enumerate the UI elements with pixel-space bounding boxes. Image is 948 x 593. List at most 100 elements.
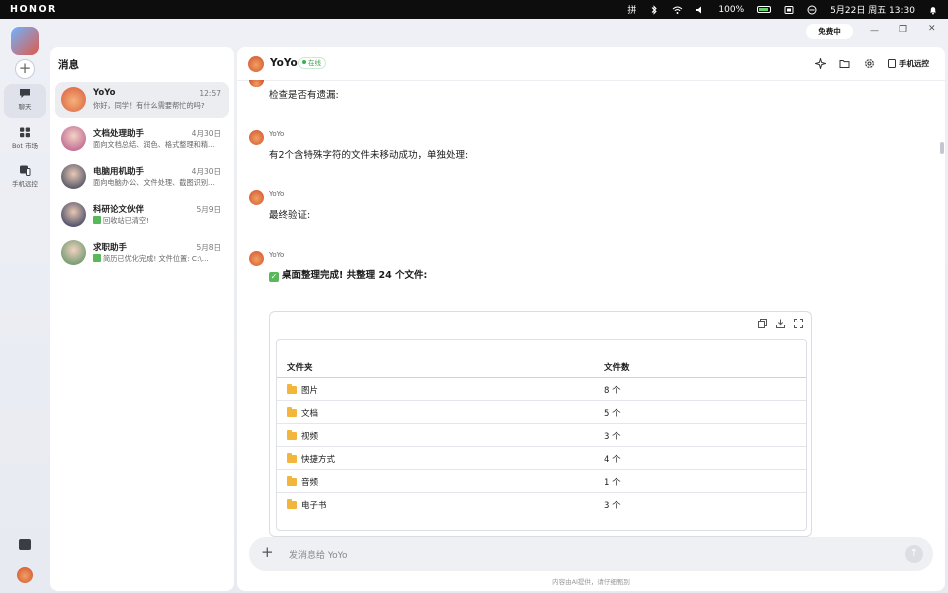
folder-icon (287, 453, 297, 463)
conversation-item-job-assistant[interactable]: 求职助手 5月8日 简历已优化完成! 文件位置: C:\... (55, 235, 229, 271)
send-button[interactable]: ↑ (905, 545, 923, 563)
rail-item-phone-remote[interactable]: 手机远控 (4, 161, 46, 195)
conversation-item-pc-assistant[interactable]: 电脑用机助手 4月30日 面向电脑办公、文件处理、截图识别... (55, 159, 229, 195)
restore-icon[interactable]: ❐ (899, 25, 907, 35)
table-row: 快捷方式 4 个 (277, 447, 806, 470)
message-text: 检查是否有遗漏: (269, 90, 339, 101)
bot-avatar (249, 251, 264, 266)
bluetooth-icon (649, 4, 659, 15)
folder-icon (287, 430, 297, 440)
avatar (61, 240, 86, 265)
avatar (61, 202, 86, 227)
close-icon[interactable]: ✕ (928, 24, 936, 34)
new-chat-button[interactable]: + (15, 59, 35, 79)
folder-icon (287, 407, 297, 417)
chat-icon (20, 89, 30, 98)
table-cell-folder: 文档 (287, 407, 318, 419)
system-status-bar: HONOR 拼 100% 5月22日 周五 13:30 (0, 0, 948, 19)
table-cell-count: 4 个 (604, 455, 621, 465)
conversation-preview: 回收站已清空! (93, 216, 221, 226)
folder-name: 电子书 (301, 501, 327, 511)
result-table-card: 文件夹 文件数 图片 8 个 文档 5 个 视频 3 个 快捷方式 4 个 音频… (269, 311, 812, 537)
rail-item-chat[interactable]: 聊天 (4, 84, 46, 118)
rail-item-label: 手机远控 (12, 180, 38, 188)
battery-icon (757, 6, 772, 13)
conversation-preview: 你好，同学！有什么需要帮忙的吗? (93, 101, 205, 110)
conversation-list-title: 消息 (58, 59, 79, 71)
volume-icon (695, 5, 705, 15)
conversation-name: 求职助手 (93, 243, 128, 253)
copy-icon[interactable] (758, 319, 767, 328)
app-logo[interactable] (11, 27, 39, 55)
conversation-item-research-partner[interactable]: 科研论文伙伴 5月9日 回收站已清空! (55, 197, 229, 233)
conversation-date: 4月30日 (191, 129, 221, 138)
conversation-date: 12:57 (199, 89, 221, 98)
phone-remote-button[interactable]: 手机远控 (888, 58, 929, 69)
bot-avatar (248, 56, 264, 72)
free-plan-badge[interactable]: 免费中 (806, 24, 853, 39)
chat-header: YoYo 在线 手机远控 (237, 47, 945, 81)
table-row: 文档 5 个 (277, 401, 806, 424)
rail-item-label: 聊天 (18, 103, 32, 111)
app-window: 免费中 — ❐ ✕ + 聊天 Bot 市场 手机远控 消息 YoYo 12:57… (0, 19, 948, 593)
conversation-item-doc-assistant[interactable]: 文档处理助手 4月30日 面向文档总结、润色、格式整理和精... (55, 121, 229, 157)
minimize-icon[interactable]: — (870, 26, 879, 36)
table-cell-count: 1 个 (604, 478, 621, 488)
conversation-preview: 面向文档总结、润色、格式整理和精... (93, 140, 215, 149)
rail-item-bot-market[interactable]: Bot 市场 (4, 123, 46, 157)
conversation-name: YoYo (93, 88, 116, 98)
avatar (61, 126, 86, 151)
conversation-date: 4月30日 (191, 167, 221, 176)
ai-disclaimer: 内容由AI提供，请仔细甄别 (552, 578, 630, 586)
preview-text: 简历已优化完成! 文件位置: C:\... (103, 254, 209, 263)
table-header-row: 文件夹 文件数 (277, 355, 806, 378)
folder-name: 音频 (301, 478, 319, 488)
bot-avatar (249, 130, 264, 145)
table-cell-count: 3 个 (604, 501, 621, 511)
grid-icon (20, 127, 30, 138)
message-composer: + 发消息给 YoYo ↑ (249, 537, 933, 571)
attach-plus-button[interactable]: + (261, 543, 274, 561)
screen-icon (784, 5, 794, 15)
table-row: 视频 3 个 (277, 424, 806, 447)
notification-bell-icon[interactable] (928, 5, 938, 15)
table-cell-folder: 快捷方式 (287, 453, 335, 465)
free-plan-label: 免费中 (818, 27, 841, 36)
feedback-icon[interactable] (19, 539, 31, 550)
conversation-preview: 面向电脑办公、文件处理、截图识别... (93, 178, 215, 187)
sparkle-icon[interactable] (815, 58, 826, 69)
conversation-list-panel: 消息 YoYo 12:57 你好，同学！有什么需要帮忙的吗? 文档处理助手 4月… (50, 47, 234, 591)
ime-indicator: 拼 (627, 6, 637, 16)
folder-name: 文档 (301, 409, 319, 419)
checkbox-icon (93, 216, 101, 224)
conversation-item-yoyo[interactable]: YoYo 12:57 你好，同学！有什么需要帮忙的吗? (55, 82, 229, 118)
table-cell-folder: 音频 (287, 476, 318, 488)
conversation-name: 科研论文伙伴 (93, 205, 145, 215)
settings-gear-icon[interactable] (864, 58, 875, 69)
wifi-icon (672, 5, 683, 15)
folder-name: 图片 (301, 386, 319, 396)
avatar (61, 164, 86, 189)
folder-icon[interactable] (839, 58, 850, 69)
avatar (61, 87, 86, 112)
phone-remote-icon (888, 59, 896, 68)
download-icon[interactable] (776, 319, 785, 328)
phone-remote-icon (20, 165, 31, 176)
bot-avatar (249, 80, 264, 87)
chat-scrollbar[interactable] (940, 142, 944, 154)
table-cell-count: 8 个 (604, 386, 621, 396)
folder-icon (287, 384, 297, 394)
message-text: 最终验证: (269, 210, 311, 221)
message-sender: YoYo (269, 190, 285, 198)
datetime: 5月22日 周五 13:30 (830, 6, 915, 16)
folder-name: 快捷方式 (301, 455, 336, 465)
user-avatar[interactable] (17, 567, 33, 583)
message-input[interactable]: 发消息给 YoYo (289, 548, 347, 561)
preview-text: 回收站已清空! (103, 216, 150, 225)
table-header-cell: 文件数 (604, 363, 630, 373)
fullscreen-icon[interactable] (794, 319, 803, 328)
conversation-name: 电脑用机助手 (93, 167, 145, 177)
online-status-badge: 在线 (298, 57, 326, 69)
table-cell-count: 3 个 (604, 432, 621, 442)
bot-avatar (249, 190, 264, 205)
